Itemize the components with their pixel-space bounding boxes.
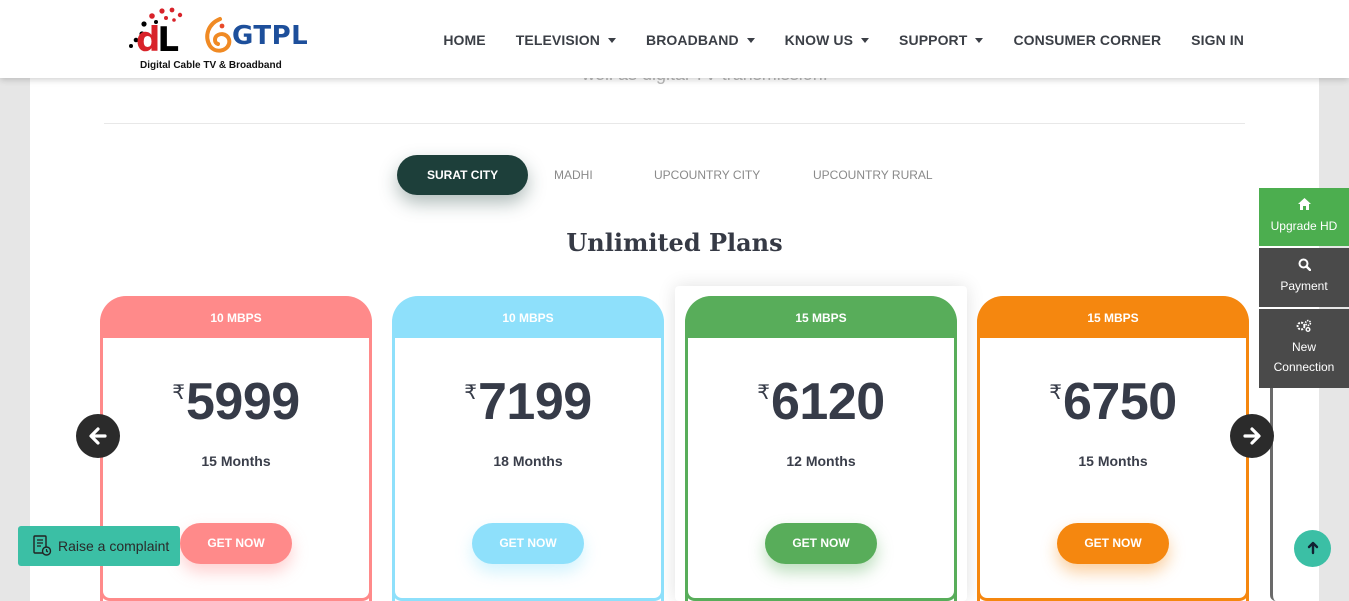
plan-speed-header: 15 MBPS — [685, 296, 957, 338]
get-now-button[interactable]: GET NOW — [1057, 523, 1169, 564]
arrow-up-icon — [1307, 541, 1318, 555]
rupee-icon: ₹ — [1049, 382, 1063, 404]
complaint-form-icon — [33, 535, 52, 556]
plan-duration: 12 Months — [786, 453, 856, 469]
plan-price: ₹6750 — [980, 372, 1246, 432]
rupee-icon: ₹ — [464, 382, 478, 404]
nav-sign-in-label: SIGN IN — [1191, 32, 1244, 48]
plan-speed-header: 15 MBPS — [977, 296, 1249, 338]
caret-down-icon — [746, 37, 755, 43]
scroll-to-top-button[interactable] — [1294, 530, 1331, 567]
tab-upcountry-rural[interactable]: UPCOUNTRY RURAL — [813, 155, 933, 195]
plan-speed-header: 10 MBPS — [100, 296, 372, 338]
nav-home-label: HOME — [443, 32, 486, 48]
raise-complaint-label: Raise a complaint — [58, 538, 170, 554]
card-bottom-border — [100, 591, 372, 601]
carousel-prev-button[interactable] — [76, 414, 120, 458]
gears-icon — [1261, 319, 1347, 333]
plan-price: ₹5999 — [103, 372, 369, 432]
nav-support[interactable]: SUPPORT — [899, 32, 984, 48]
upgrade-hd-label: Upgrade HD — [1270, 219, 1338, 233]
dl-logo: dL — [122, 6, 188, 60]
main-nav: HOME TELEVISION BROADBAND KNOW US SUPPOR… — [443, 32, 1244, 48]
dl-wordmark: dL — [136, 20, 179, 60]
site-header: dL GTPL Digital Cable TV & Broadband HOM… — [0, 0, 1349, 78]
get-now-button[interactable]: GET NOW — [180, 523, 292, 564]
card-bottom-border — [977, 591, 1249, 601]
section-title: Unlimited Plans — [566, 228, 783, 257]
home-icon — [1261, 198, 1347, 212]
nav-support-label: SUPPORT — [899, 32, 968, 48]
card-bottom-border — [392, 591, 664, 601]
caret-down-icon — [607, 37, 616, 43]
caret-down-icon — [975, 37, 984, 43]
gtpl-swirl-icon — [205, 17, 232, 53]
card-bottom-border — [685, 591, 957, 601]
search-icon — [1261, 258, 1347, 272]
nav-know-us-label: KNOW US — [784, 32, 854, 48]
payment-label: Payment — [1280, 279, 1328, 294]
brand-logo[interactable]: dL GTPL Digital Cable TV & Broadband — [120, 2, 310, 74]
plan-price-amount: 7199 — [478, 373, 592, 431]
nav-television-label: TELEVISION — [515, 32, 600, 48]
nav-consumer-corner[interactable]: CONSUMER CORNER — [1013, 32, 1161, 48]
plan-price-amount: 5999 — [186, 373, 300, 431]
nav-know-us[interactable]: KNOW US — [784, 32, 870, 48]
nav-sign-in[interactable]: SIGN IN — [1191, 32, 1244, 48]
new-connection-button[interactable]: New Connection — [1259, 308, 1349, 388]
dl-letter-d: d — [136, 20, 160, 60]
tab-upcountry-city[interactable]: UPCOUNTRY CITY — [654, 155, 760, 195]
payment-button[interactable]: Payment — [1259, 248, 1349, 307]
plan-price-amount: 6750 — [1063, 373, 1177, 431]
gtpl-wordmark: GTPL — [232, 21, 309, 51]
arrow-right-icon — [1243, 427, 1261, 445]
plan-card: 10 MBPS ₹7199 18 Months GET NOW — [392, 296, 664, 601]
divider — [104, 123, 1245, 124]
nav-television[interactable]: TELEVISION — [516, 32, 616, 48]
get-now-button[interactable]: GET NOW — [472, 523, 584, 564]
location-tabs: SURAT CITY MADHI UPCOUNTRY CITY UPCOUNTR… — [30, 155, 1319, 195]
plan-price: ₹7199 — [395, 372, 661, 432]
plan-card: 15 MBPS ₹6750 15 Months GET NOW — [977, 296, 1249, 601]
nav-consumer-corner-label: CONSUMER CORNER — [1013, 32, 1162, 48]
plan-duration: 15 Months — [201, 453, 271, 469]
nav-broadband-label: BROADBAND — [645, 32, 739, 48]
carousel-next-button[interactable] — [1230, 414, 1274, 458]
new-connection-label: New Connection — [1273, 339, 1335, 375]
caret-down-icon — [861, 37, 870, 43]
tab-surat-city[interactable]: SURAT CITY — [397, 155, 529, 195]
rupee-icon: ₹ — [172, 382, 186, 404]
raise-complaint-button[interactable]: Raise a complaint — [18, 526, 180, 566]
plan-speed-header: 10 MBPS — [392, 296, 664, 338]
plan-card: 15 MBPS ₹6120 12 Months GET NOW — [685, 296, 957, 601]
plan-price: ₹6120 — [688, 372, 954, 432]
rupee-icon: ₹ — [757, 382, 771, 404]
nav-home[interactable]: HOME — [443, 32, 485, 48]
tab-madhi[interactable]: MADHI — [554, 155, 593, 195]
get-now-button[interactable]: GET NOW — [765, 523, 877, 564]
plan-duration: 15 Months — [1078, 453, 1148, 469]
side-quick-menu: Upgrade HD Payment New Connection — [1259, 188, 1349, 390]
arrow-left-icon — [89, 427, 107, 445]
dl-letter-l: L — [157, 20, 179, 60]
plan-duration: 18 Months — [493, 453, 563, 469]
nav-broadband[interactable]: BROADBAND — [646, 32, 755, 48]
plan-price-amount: 6120 — [771, 373, 885, 431]
brand-tagline: Digital Cable TV & Broadband — [140, 60, 282, 71]
upgrade-hd-button[interactable]: Upgrade HD — [1259, 188, 1349, 247]
